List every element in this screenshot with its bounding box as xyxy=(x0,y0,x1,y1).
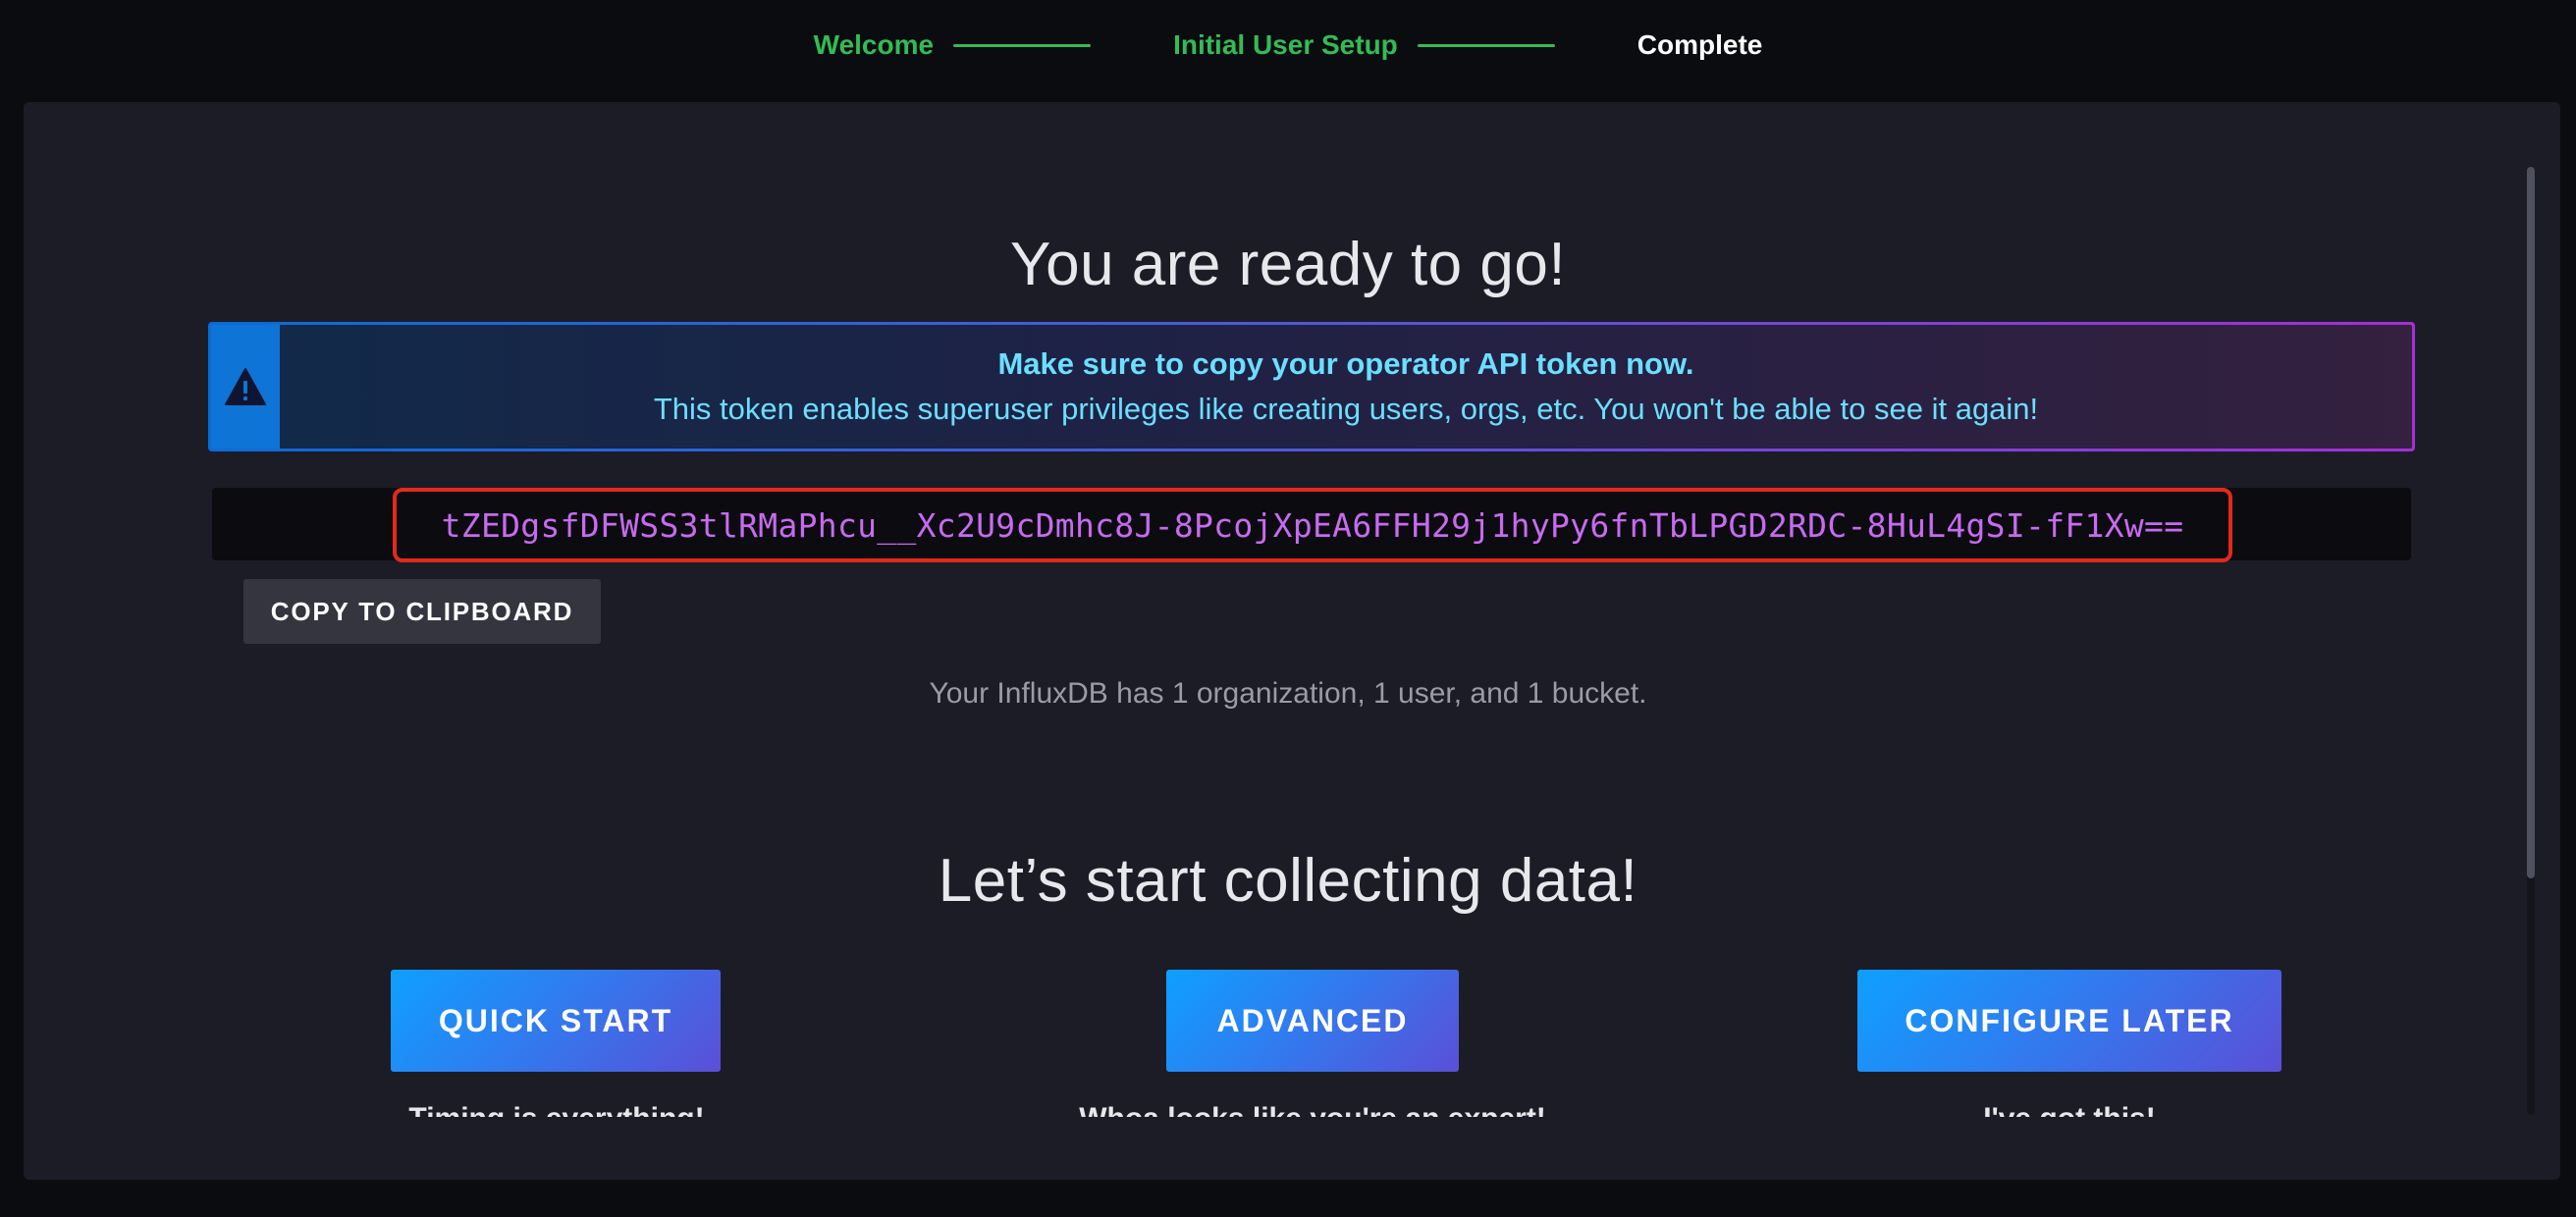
token-warning-alert: Make sure to copy your operator API toke… xyxy=(208,322,2415,451)
setup-progress-stepper: Welcome Initial User Setup Complete xyxy=(0,0,2576,90)
alert-text: Make sure to copy your operator API toke… xyxy=(280,325,2412,449)
step-initial-user-setup: Initial User Setup xyxy=(1173,29,1398,60)
step-welcome-group: Welcome xyxy=(814,31,1173,59)
advanced-caption-text: Whoa looks like you're an expert! xyxy=(1021,1097,1604,1117)
alert-title: Make sure to copy your operator API toke… xyxy=(997,345,1694,381)
step-initial-user-setup-group: Initial User Setup xyxy=(1173,31,1637,59)
token-highlight-box[interactable]: tZEDgsfDFWSS3tlRMaPhcu__Xc2U9cDmhc8J-8Pc… xyxy=(393,488,2232,562)
api-token-value[interactable]: tZEDgsfDFWSS3tlRMaPhcu__Xc2U9cDmhc8J-8Pc… xyxy=(442,506,2184,545)
quick-start-button[interactable]: QUICK START xyxy=(391,970,721,1072)
quick-start-caption-text: Timing is everything! xyxy=(295,1097,819,1117)
configure-later-caption: I've got this! xyxy=(1853,1097,2285,1117)
advanced-caption: Whoa looks like you're an expert! xyxy=(1021,1097,1604,1117)
configure-later-button[interactable]: CONFIGURE LATER xyxy=(1857,970,2281,1072)
page-title: You are ready to go! xyxy=(1009,231,1567,298)
quick-start-caption: Timing is everything! xyxy=(295,1097,819,1117)
step-welcome: Welcome xyxy=(813,29,935,60)
configure-later-caption-text: I've got this! xyxy=(1853,1097,2285,1117)
alert-message: This token enables superuser privileges … xyxy=(653,392,2039,426)
step-connector xyxy=(953,43,1092,47)
advanced-button[interactable]: ADVANCED xyxy=(1166,970,1459,1072)
step-complete-group: Complete xyxy=(1637,31,1763,59)
collect-data-heading: Let’s start collecting data! xyxy=(938,847,1638,915)
panel-scrollbar[interactable] xyxy=(2527,167,2535,1115)
step-connector xyxy=(1417,43,1555,47)
step-complete: Complete xyxy=(1637,29,1763,60)
page-background-strip xyxy=(0,1180,2576,1217)
alert-body: Make sure to copy your operator API toke… xyxy=(211,325,2412,449)
copy-to-clipboard-button[interactable]: COPY TO CLIPBOARD xyxy=(243,579,601,644)
alert-triangle-icon xyxy=(225,368,266,405)
alert-icon-box xyxy=(211,325,280,449)
resource-summary: Your InfluxDB has 1 organization, 1 user… xyxy=(929,677,1647,710)
